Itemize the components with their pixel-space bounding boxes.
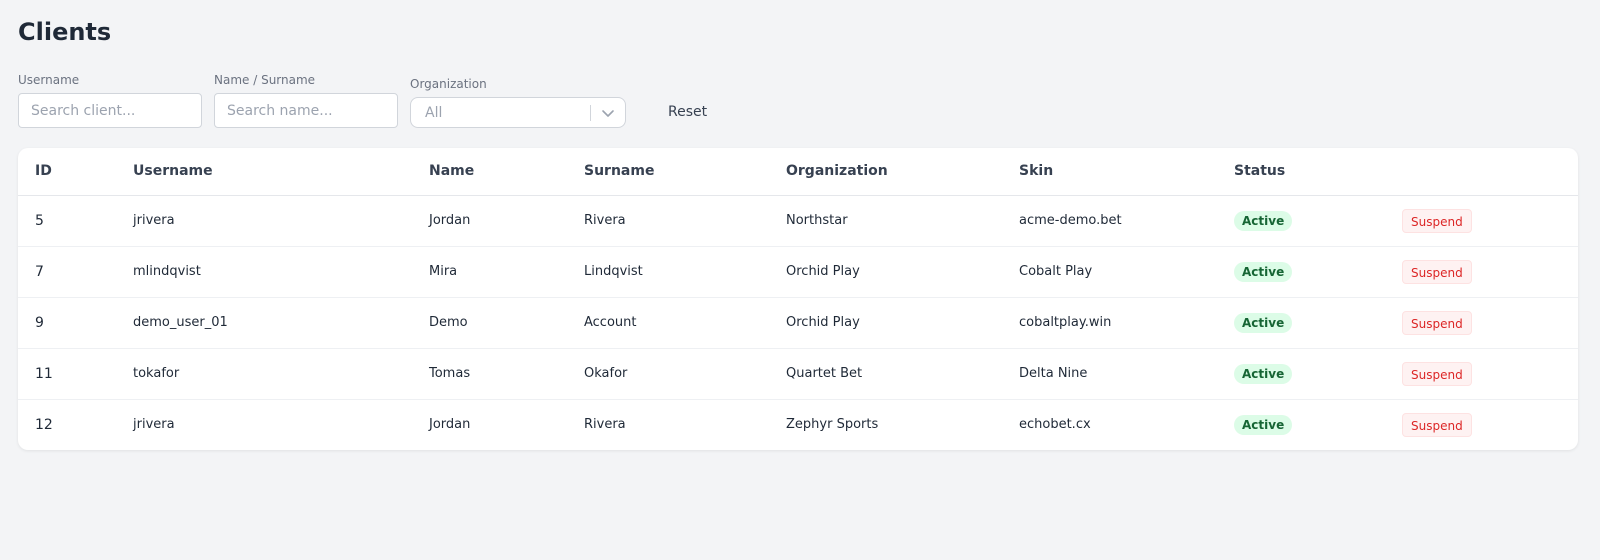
chevron-down-icon[interactable] xyxy=(591,98,625,127)
cell-organization: Orchid Play xyxy=(769,297,1002,349)
cell-surname: Okafor xyxy=(567,348,769,400)
cell-skin: Cobalt Play xyxy=(1002,246,1217,298)
column-header-username[interactable]: Username xyxy=(116,148,412,196)
cell-id: 5 xyxy=(18,195,116,247)
cell-actions: Suspend xyxy=(1385,195,1578,247)
table-row[interactable]: 9 demo_user_01 Demo Account Orchid Play … xyxy=(18,297,1578,349)
table-row[interactable]: 7 mlindqvist Mira Lindqvist Orchid Play … xyxy=(18,246,1578,298)
status-badge: Active xyxy=(1234,312,1293,333)
column-header-id[interactable]: ID xyxy=(18,148,116,196)
cell-status: Active xyxy=(1217,348,1385,400)
cell-username: tokafor xyxy=(116,348,412,400)
cell-id: 9 xyxy=(18,297,116,349)
cell-username: mlindqvist xyxy=(116,246,412,298)
cell-status: Active xyxy=(1217,297,1385,349)
page-title: Clients xyxy=(18,18,112,46)
cell-actions: Suspend xyxy=(1385,246,1578,298)
suspend-button[interactable]: Suspend xyxy=(1402,208,1472,233)
organization-select-value: All xyxy=(425,104,443,121)
table-row[interactable]: 11 tokafor Tomas Okafor Quartet Bet Delt… xyxy=(18,348,1578,400)
status-badge: Active xyxy=(1234,261,1293,282)
cell-username: jrivera xyxy=(116,195,412,247)
status-badge: Active xyxy=(1234,414,1293,435)
suspend-button[interactable]: Suspend xyxy=(1402,412,1472,437)
cell-actions: Suspend xyxy=(1385,348,1578,400)
cell-status: Active xyxy=(1217,246,1385,298)
column-header-status[interactable]: Status xyxy=(1217,148,1385,196)
column-header-name[interactable]: Name xyxy=(412,148,567,196)
table-header-row: ID Username Name Surname Organization Sk… xyxy=(18,148,1578,196)
table-row[interactable]: 5 jrivera Jordan Rivera Northstar acme-d… xyxy=(18,195,1578,247)
status-badge: Active xyxy=(1234,210,1293,231)
cell-id: 11 xyxy=(18,348,116,400)
reset-filters-button[interactable]: Reset xyxy=(656,97,719,128)
cell-organization: Zephyr Sports xyxy=(786,417,879,433)
username-search-input[interactable] xyxy=(18,93,202,128)
organization-filter-label: Organization xyxy=(410,77,487,91)
cell-id: 12 xyxy=(35,416,53,433)
cell-name: Demo xyxy=(412,297,567,349)
column-header-skin[interactable]: Skin xyxy=(1002,148,1217,196)
suspend-button[interactable]: Suspend xyxy=(1402,310,1472,335)
name-search-input[interactable] xyxy=(214,93,398,128)
username-filter: Username xyxy=(18,73,202,128)
cell-name: Jordan xyxy=(412,195,567,247)
cell-organization: Northstar xyxy=(769,195,1002,247)
cell-surname: Lindqvist xyxy=(567,246,769,298)
organization-filter: Organization All xyxy=(410,77,626,128)
cell-skin: acme-demo.bet xyxy=(1002,195,1217,247)
cell-organization: Orchid Play xyxy=(769,246,1002,298)
cell-skin: Delta Nine xyxy=(1002,348,1217,400)
cell-username: jrivera xyxy=(133,417,175,433)
column-header-organization[interactable]: Organization xyxy=(769,148,1002,196)
cell-surname: Account xyxy=(567,297,769,349)
cell-id: 7 xyxy=(18,246,116,298)
cell-skin: echobet.cx xyxy=(1019,417,1091,433)
cell-actions: Suspend xyxy=(1385,399,1578,450)
organization-select[interactable]: All xyxy=(410,97,626,128)
cell-skin: cobaltplay.win xyxy=(1002,297,1217,349)
username-filter-label: Username xyxy=(18,73,80,87)
clients-table: ID Username Name Surname Organization Sk… xyxy=(18,148,1578,450)
suspend-button[interactable]: Suspend xyxy=(1402,361,1472,386)
column-header-surname[interactable]: Surname xyxy=(567,148,769,196)
status-badge: Active xyxy=(1234,363,1293,384)
cell-name: Jordan xyxy=(429,417,471,433)
cell-status: Active xyxy=(1217,195,1385,247)
name-surname-filter-label: Name / Surname xyxy=(214,73,316,87)
cell-organization: Quartet Bet xyxy=(769,348,1002,400)
cell-actions: Suspend xyxy=(1385,297,1578,349)
filters-bar: Username Name / Surname Organization All… xyxy=(18,72,1582,128)
clients-table-card: ID Username Name Surname Organization Sk… xyxy=(18,148,1578,450)
name-surname-filter: Name / Surname xyxy=(214,73,398,128)
cell-status: Active xyxy=(1217,399,1385,450)
suspend-button[interactable]: Suspend xyxy=(1402,259,1472,284)
table-row[interactable]: 12 jrivera Jordan Rivera Zephyr Sports e… xyxy=(18,399,1578,450)
column-header-actions xyxy=(1385,148,1578,196)
clients-page: Clients Username Name / Surname Organiza… xyxy=(0,0,1600,450)
cell-username: demo_user_01 xyxy=(116,297,412,349)
cell-name: Mira xyxy=(412,246,567,298)
cell-name: Tomas xyxy=(412,348,567,400)
cell-surname: Rivera xyxy=(567,195,769,247)
cell-surname: Rivera xyxy=(584,417,626,433)
